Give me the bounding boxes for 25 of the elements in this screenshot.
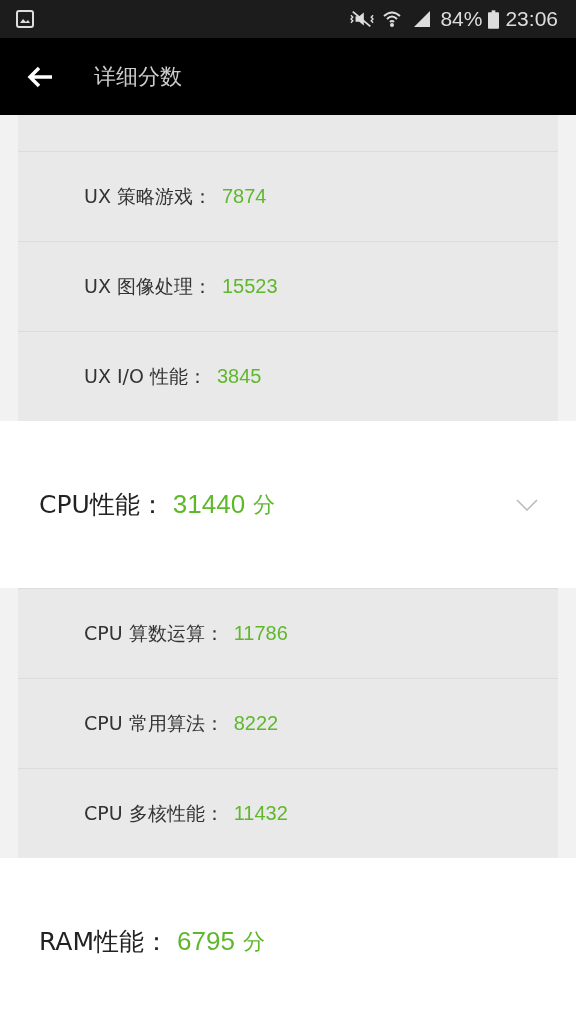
- item-label: CPU 多核性能：: [84, 800, 224, 826]
- section-title: CPU性能：: [39, 489, 165, 521]
- clock: 23:06: [505, 7, 558, 31]
- section-title: RAM性能：: [39, 926, 170, 958]
- item-score: 7874: [221, 185, 267, 208]
- battery-icon: [488, 9, 500, 29]
- item-score: 11432: [233, 802, 288, 825]
- back-arrow-icon[interactable]: [26, 64, 54, 89]
- gallery-icon: [16, 10, 34, 28]
- item-label: CPU 算数运算：: [84, 620, 224, 646]
- mute-icon: [350, 9, 375, 29]
- item-label: UX I/O 性能：: [84, 363, 207, 389]
- section-score: 31440: [172, 489, 246, 520]
- score-unit: 分: [242, 927, 265, 956]
- item-score: 11786: [233, 622, 288, 645]
- item-label: UX 策略游戏：: [84, 183, 212, 209]
- item-label: UX 图像处理：: [84, 273, 212, 299]
- battery-level: 84%: [440, 7, 483, 31]
- item-score: 15523: [221, 275, 278, 298]
- section-score: 6795: [177, 926, 235, 957]
- item-score: 3845: [216, 365, 262, 388]
- item-label: CPU 常用算法：: [84, 710, 224, 736]
- score-unit: 分: [253, 490, 276, 519]
- page-title: 详细分数: [94, 62, 182, 91]
- item-score: 8222: [233, 712, 279, 735]
